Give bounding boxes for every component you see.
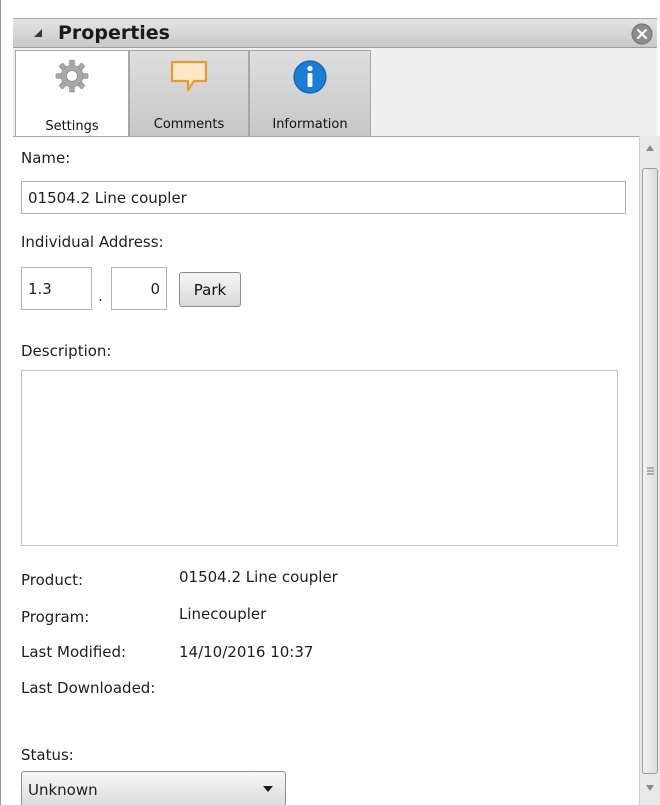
close-circle-icon[interactable]: [631, 23, 653, 45]
park-button[interactable]: Park: [179, 272, 241, 307]
address-device-input[interactable]: [111, 267, 167, 310]
scroll-down-arrow-icon[interactable]: [645, 784, 655, 792]
tab-comments[interactable]: Comments: [129, 50, 249, 136]
name-label: Name:: [21, 149, 71, 167]
scroll-up-arrow-icon[interactable]: [645, 144, 655, 152]
scroll-thumb[interactable]: [642, 168, 658, 774]
name-input[interactable]: [21, 181, 626, 214]
panel-title: Properties: [58, 22, 170, 44]
tab-settings-label: Settings: [45, 119, 99, 134]
panel-header[interactable]: Properties: [13, 18, 657, 48]
address-area-input[interactable]: [21, 267, 92, 310]
program-label: Program:: [21, 608, 90, 626]
individual-address-label: Individual Address:: [21, 233, 164, 251]
last-modified-value: 14/10/2016 10:37: [179, 643, 314, 661]
tab-comments-label: Comments: [153, 117, 225, 132]
settings-content: Name: Individual Address: . Park Descrip…: [13, 136, 639, 805]
program-value: Linecoupler: [179, 605, 267, 623]
comment-icon: [170, 60, 208, 92]
tab-information-label: Information: [272, 117, 348, 132]
chevron-down-icon: [263, 786, 273, 792]
tab-strip: Settings Comments Information: [13, 48, 657, 138]
status-label: Status:: [21, 746, 74, 764]
grip-icon: [647, 467, 654, 475]
gear-icon: [55, 59, 89, 93]
properties-panel: Properties Settings Comments Information…: [0, 0, 660, 805]
tab-information[interactable]: Information: [249, 50, 371, 136]
collapse-triangle-icon[interactable]: [33, 28, 43, 38]
last-downloaded-label: Last Downloaded:: [21, 679, 156, 697]
vertical-scrollbar[interactable]: [639, 136, 660, 805]
description-textarea[interactable]: [21, 370, 618, 546]
status-dropdown[interactable]: Unknown: [21, 771, 286, 805]
info-icon: [293, 60, 327, 94]
tab-settings[interactable]: Settings: [15, 50, 129, 138]
address-separator: .: [98, 287, 103, 305]
product-value: 01504.2 Line coupler: [179, 568, 338, 586]
description-label: Description:: [21, 342, 112, 360]
product-label: Product:: [21, 571, 84, 589]
last-modified-label: Last Modified:: [21, 643, 127, 661]
status-value: Unknown: [28, 781, 98, 799]
